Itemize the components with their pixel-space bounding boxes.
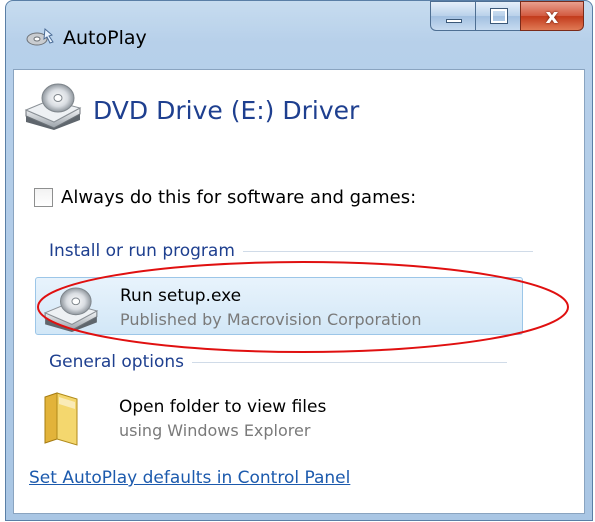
run-setup-title: Run setup.exe [120,286,242,306]
group-divider [242,250,533,252]
maximize-button[interactable] [475,1,521,31]
folder-icon [44,392,78,446]
maximize-icon [490,8,508,24]
always-do-this-row[interactable]: Always do this for software and games: [34,187,416,208]
autoplay-app-icon [26,27,54,46]
minimize-icon [446,19,462,23]
install-group-heading: Install or run program [49,241,533,261]
close-button[interactable]: x [520,1,584,31]
dialog-content: DVD Drive (E:) Driver Always do this for… [13,69,585,514]
always-do-this-label[interactable]: Always do this for software and games: [61,187,416,208]
autoplay-window: AutoPlay x DVD Drive (E:) Driver Always … [5,0,593,521]
dvd-drive-icon [24,83,82,130]
dvd-drive-icon [43,287,99,332]
open-folder-title: Open folder to view files [119,397,327,417]
run-setup-publisher: Published by Macrovision Corporation [120,310,422,329]
open-folder-option[interactable]: Open folder to view files using Windows … [35,389,523,447]
always-do-this-checkbox[interactable] [34,188,53,207]
autoplay-defaults-link[interactable]: Set AutoPlay defaults in Control Panel [29,468,350,488]
open-folder-subtitle: using Windows Explorer [119,421,311,440]
window-title: AutoPlay [63,27,147,49]
run-setup-option[interactable]: Run setup.exe Published by Macrovision C… [35,277,523,335]
close-icon: x [545,4,559,28]
title-bar[interactable]: AutoPlay x [6,1,592,69]
drive-title: DVD Drive (E:) Driver [93,96,360,125]
install-group-label: Install or run program [49,241,235,261]
group-divider [192,361,508,363]
general-group-label: General options [49,352,185,372]
minimize-button[interactable] [430,1,476,31]
general-group-heading: General options [49,352,508,372]
